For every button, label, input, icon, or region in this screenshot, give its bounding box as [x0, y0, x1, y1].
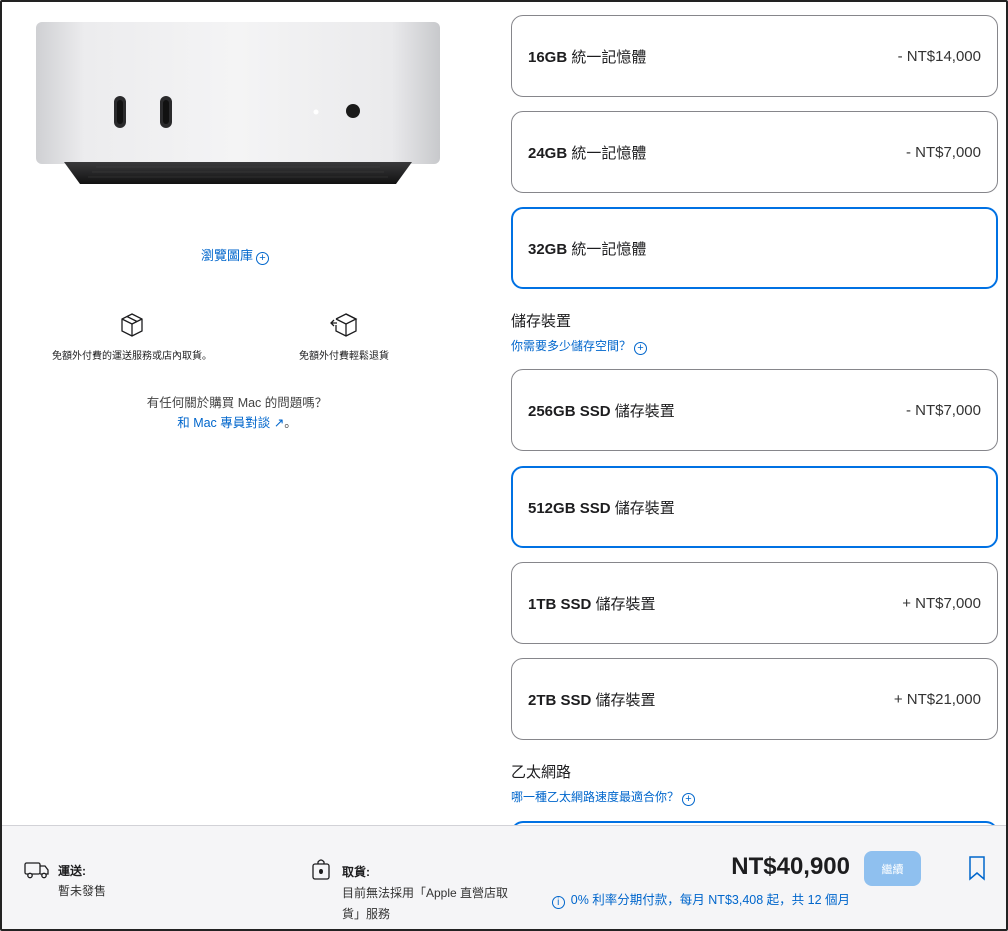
memory-option-16gb[interactable]: 16GB 統一記憶體 - NT$14,000	[511, 15, 998, 97]
option-name: 16GB 統一記憶體	[528, 46, 646, 67]
plus-circle-icon: +	[682, 793, 696, 806]
storage-option-2tb[interactable]: 2TB SSD 儲存裝置 + NT$21,000	[511, 658, 998, 740]
plus-circle-icon: +	[634, 342, 648, 355]
browse-gallery-link[interactable]: 瀏覽圖庫 +	[0, 245, 470, 265]
option-label: 儲存裝置	[595, 595, 656, 613]
ethernet-help-link[interactable]: 哪一種乙太網路速度最適合你？ +	[511, 788, 696, 806]
total-price: NT$40,900	[731, 853, 850, 880]
mac-mini-image	[36, 22, 440, 184]
option-size: 512GB SSD	[528, 499, 611, 517]
memory-option-24gb[interactable]: 24GB 統一記憶體 - NT$7,000	[511, 111, 998, 193]
pickup-value: 目前無法採用「Apple 直營店取貨」服務	[342, 886, 509, 921]
continue-button[interactable]: 繼續	[864, 851, 921, 886]
feature-free-returns-text: 免額外付費輕鬆退貨	[299, 351, 389, 362]
feature-free-delivery-text: 免額外付費的運送服務或店內取貨。	[52, 351, 212, 362]
option-label: 儲存裝置	[595, 691, 656, 709]
option-label: 儲存裝置	[614, 499, 675, 517]
storage-option-256gb[interactable]: 256GB SSD 儲存裝置 - NT$7,000	[511, 369, 998, 451]
option-label: 統一記憶體	[571, 240, 647, 258]
option-size: 2TB SSD	[528, 691, 592, 709]
option-name: 2TB SSD 儲存裝置	[528, 689, 656, 710]
storage-option-1tb[interactable]: 1TB SSD 儲存裝置 + NT$7,000	[511, 562, 998, 644]
shipping-label: 運送:	[58, 864, 86, 878]
option-price: - NT$7,000	[905, 143, 981, 161]
installment-link[interactable]: i 0% 利率分期付款，每月 NT$3,408 起，共 12 個月	[551, 889, 850, 909]
feature-free-delivery: 免額外付費的運送服務或店內取貨。	[40, 312, 224, 362]
option-name: 24GB 統一記憶體	[528, 142, 646, 163]
shopping-bag-icon	[312, 859, 330, 880]
help-suffix: 。	[284, 416, 297, 430]
feature-free-returns: 免額外付費輕鬆退貨	[250, 312, 438, 362]
storage-help-label: 你需要多少儲存空間？	[511, 339, 632, 353]
plus-circle-icon: +	[256, 252, 269, 265]
box-icon	[121, 313, 143, 337]
option-price: + NT$7,000	[902, 594, 981, 612]
summary-footer: 運送: 暫未發售 取貨: 目前無法採用「Apple 直營店取貨」服務 NT$40…	[0, 825, 1008, 931]
memory-option-32gb[interactable]: 32GB 統一記憶體	[511, 207, 998, 289]
shipping-value: 暫未發售	[58, 884, 107, 898]
storage-option-512gb[interactable]: 512GB SSD 儲存裝置	[511, 466, 998, 548]
option-size: 1TB SSD	[528, 595, 592, 613]
bookmark-icon[interactable]	[968, 855, 986, 881]
option-size: 24GB	[528, 144, 568, 162]
truck-icon	[24, 862, 49, 879]
info-icon: i	[551, 896, 565, 909]
storage-help-link[interactable]: 你需要多少儲存空間？ +	[511, 337, 648, 355]
option-label: 儲存裝置	[614, 402, 675, 420]
option-size: 32GB	[528, 240, 568, 258]
storage-section-title: 儲存裝置	[511, 313, 572, 330]
option-price: - NT$14,000	[897, 47, 981, 65]
ethernet-help-label: 哪一種乙太網路速度最適合你？	[511, 790, 680, 804]
help-section: 有任何關於購買 Mac 的問題嗎？ 和 Mac 專員對談 ↗。	[0, 393, 474, 433]
pickup-label: 取貨:	[342, 865, 370, 879]
option-price: - NT$7,000	[905, 401, 981, 419]
chat-specialist-link[interactable]: 和 Mac 專員對談 ↗	[177, 416, 284, 430]
option-price: + NT$21,000	[893, 690, 981, 708]
browse-gallery-label: 瀏覽圖庫	[200, 248, 253, 263]
return-box-icon	[330, 313, 358, 337]
option-name: 512GB SSD 儲存裝置	[528, 497, 675, 518]
option-name: 1TB SSD 儲存裝置	[528, 593, 656, 614]
option-size: 16GB	[528, 48, 568, 66]
installment-text: 0% 利率分期付款，每月 NT$3,408 起，共 12 個月	[570, 893, 850, 907]
option-name: 32GB 統一記憶體	[528, 238, 646, 259]
arrow-up-right-icon: ↗	[273, 416, 285, 430]
option-label: 統一記憶體	[571, 144, 647, 162]
help-question: 有任何關於購買 Mac 的問題嗎？	[146, 396, 328, 410]
option-name: 256GB SSD 儲存裝置	[528, 400, 675, 421]
chat-specialist-label: 和 Mac 專員對談	[177, 416, 271, 430]
option-label: 統一記憶體	[571, 48, 647, 66]
ethernet-section-title: 乙太網路	[511, 764, 572, 781]
option-size: 256GB SSD	[528, 402, 611, 420]
